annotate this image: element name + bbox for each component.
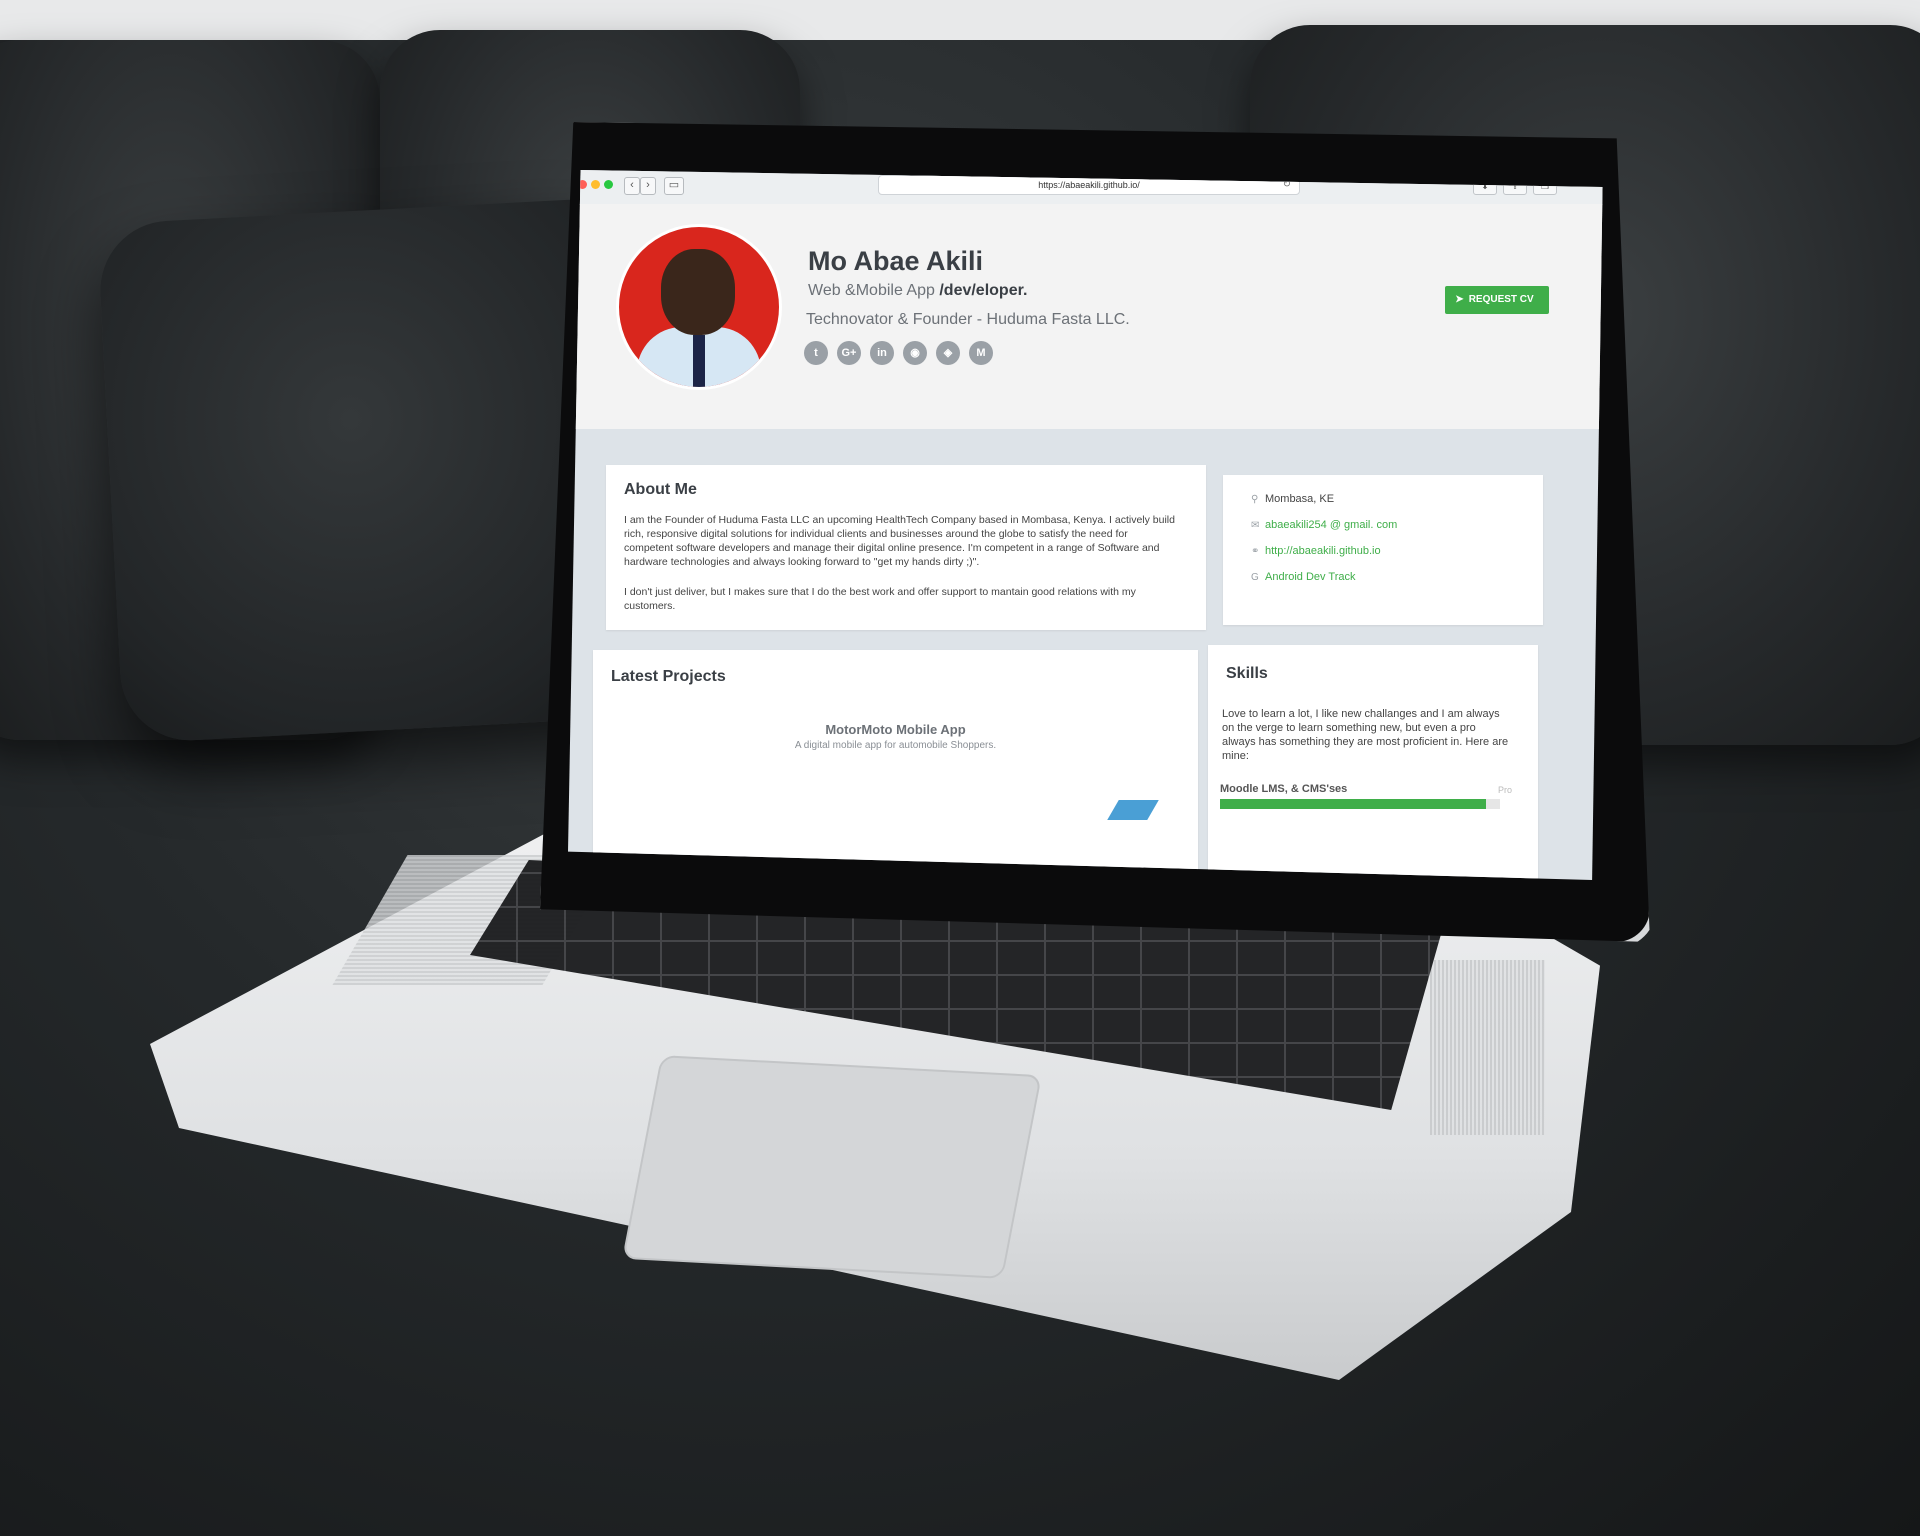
sidebar-toggle-button[interactable]: ▭ — [664, 177, 684, 195]
maximize-window-icon[interactable] — [604, 180, 613, 189]
avatar-tie — [693, 335, 705, 387]
github-icon[interactable]: ◉ — [903, 341, 927, 365]
trackpad — [622, 1055, 1042, 1279]
project-description: A digital mobile app for automobile Shop… — [794, 740, 997, 751]
envelope-icon: ✉ — [1251, 520, 1260, 531]
profile-header: Mo Abae Akili Web &Mobile App /dev/elope… — [568, 204, 1603, 429]
profile-role: Web &Mobile App /dev/eloper. — [808, 282, 1027, 300]
project-image[interactable] — [1107, 800, 1159, 820]
skills-title: Skills — [1226, 665, 1268, 682]
avatar — [616, 224, 782, 390]
profile-name: Mo Abae Akili — [808, 246, 984, 276]
codepen-icon[interactable]: ◈ — [936, 341, 960, 365]
profile-company: Technovator & Founder - Huduma Fasta LLC… — [806, 311, 1130, 328]
location-pin-icon: ⚲ — [1251, 494, 1259, 505]
skill-progress-bar — [1220, 799, 1500, 809]
email-row[interactable]: ✉ abaeakili254 @ gmail. com — [1251, 519, 1397, 531]
about-paragraph-1: I am the Founder of Huduma Fasta LLC an … — [624, 514, 1175, 568]
social-links: t G+ in ◉ ◈ M — [804, 341, 993, 365]
send-icon: ➤ — [1455, 294, 1464, 305]
minimize-window-icon[interactable] — [591, 180, 600, 189]
twitter-icon[interactable]: t — [804, 341, 828, 365]
skills-card: Skills Love to learn a lot, I like new c… — [1208, 645, 1538, 880]
medium-icon[interactable]: M — [969, 341, 993, 365]
skill-level: Pro — [1497, 785, 1512, 795]
project-title[interactable]: MotorMoto Mobile App — [593, 722, 1198, 737]
projects-card: Latest Projects MotorMoto Mobile App A d… — [593, 650, 1198, 880]
track-row[interactable]: G Android Dev Track — [1251, 571, 1355, 583]
avatar-face — [661, 249, 735, 335]
email-link[interactable]: abaeakili254 @ gmail. com — [1265, 519, 1397, 531]
back-button[interactable]: ‹ — [624, 177, 640, 195]
contact-card: ⚲ Mombasa, KE ✉ abaeakili254 @ gmail. com … — [1223, 475, 1543, 625]
forward-button[interactable]: › — [640, 177, 656, 195]
linkedin-icon[interactable]: in — [870, 341, 894, 365]
about-paragraph-2: I don't just deliver, but I makes sure t… — [624, 586, 1136, 612]
skill-name: Moodle LMS, & CMS'ses — [1220, 783, 1348, 795]
google-icon: G — [1251, 572, 1259, 583]
url-text: https://abaeakili.github.io/ — [1038, 180, 1140, 190]
location-text: Mombasa, KE — [1265, 493, 1335, 505]
location-row: ⚲ Mombasa, KE — [1251, 493, 1334, 505]
about-card: About Me I am the Founder of Huduma Fast… — [606, 465, 1206, 630]
speaker-grille-right — [1430, 960, 1545, 1135]
track-link[interactable]: Android Dev Track — [1265, 571, 1355, 583]
laptop-screen: ‹ › ▭ https://abaeakili.github.io/ ↻ ⬇ ⇪… — [568, 170, 1603, 880]
role-prefix: Web &Mobile App — [808, 282, 940, 299]
role-bold: /dev/eloper. — [939, 282, 1028, 299]
about-title: About Me — [624, 481, 697, 498]
skill-progress-fill — [1220, 799, 1486, 809]
website-row[interactable]: ⚭ http://abaeakili.github.io — [1251, 545, 1381, 557]
google-plus-icon[interactable]: G+ — [837, 341, 861, 365]
request-cv-button[interactable]: ➤ REQUEST CV — [1445, 286, 1549, 314]
skills-intro: Love to learn a lot, I like new challang… — [1222, 708, 1509, 762]
link-icon: ⚭ — [1251, 546, 1260, 557]
website-link[interactable]: http://abaeakili.github.io — [1265, 545, 1381, 557]
request-cv-label: REQUEST CV — [1468, 294, 1534, 305]
projects-title: Latest Projects — [611, 668, 726, 685]
